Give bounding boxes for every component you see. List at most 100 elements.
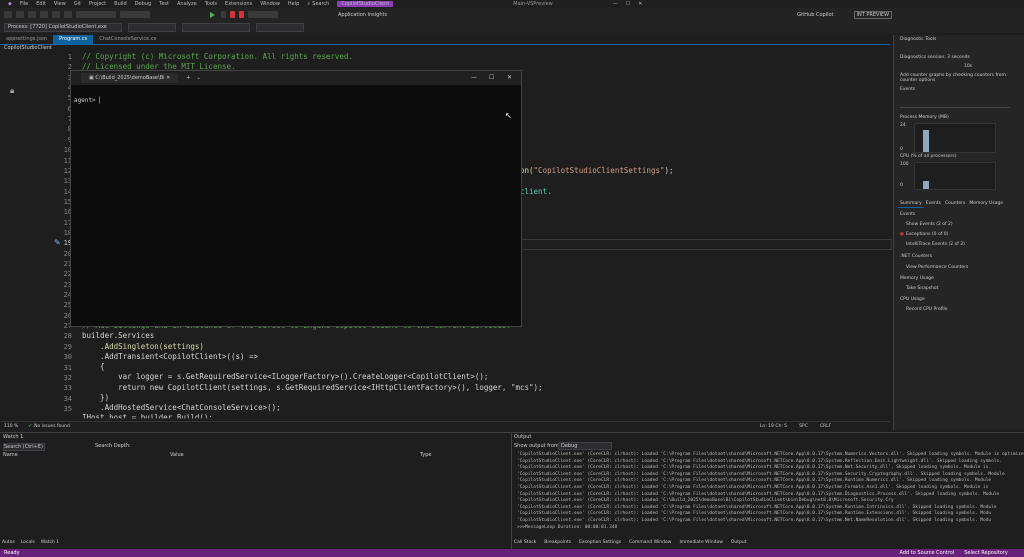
thread-dropdown[interactable]	[182, 22, 250, 32]
config-dropdown[interactable]	[76, 11, 116, 18]
output-text[interactable]: 'CopilotStudioClient.exe' (CoreCLR: clrh…	[517, 452, 1024, 531]
stack-frame-dropdown[interactable]	[256, 22, 304, 32]
indent-mode[interactable]: SPC	[799, 424, 808, 429]
events-track	[900, 103, 1010, 108]
maximize-window-icon[interactable]: ☐	[626, 1, 630, 7]
menu-build[interactable]: Build	[114, 1, 127, 7]
process-dropdown[interactable]: Process: [7720] CopilotStudioClient.exe	[4, 22, 122, 32]
tab-locals[interactable]: Locals	[21, 540, 35, 545]
code-line-17-tail[interactable]: client.	[520, 187, 552, 196]
code-line-1[interactable]: // Copyright (c) Microsoft Corporation. …	[82, 52, 353, 61]
code-line-35[interactable]: .AddHostedService<ChatConsoleService>();	[82, 403, 281, 412]
record-cpu-profile-button[interactable]: Record CPU Profile	[906, 307, 948, 312]
take-snapshot-button[interactable]: Take Snapshot	[906, 286, 938, 291]
memory-usage-header: Memory Usage	[900, 276, 934, 281]
tab-immediate-window[interactable]: Immediate Window	[679, 540, 722, 545]
diag-session: Diagnostics session: 3 seconds	[900, 55, 970, 60]
platform-dropdown[interactable]	[120, 11, 150, 18]
cpu-usage-header: CPU Usage	[900, 297, 925, 302]
save-icon[interactable]	[28, 11, 36, 18]
stop-icon[interactable]	[230, 11, 235, 18]
search-label[interactable]: Search	[312, 1, 329, 7]
code-line-34[interactable]: })	[82, 393, 109, 402]
tab-program-cs[interactable]: Program.cs	[53, 35, 94, 44]
menu-help[interactable]: Help	[288, 1, 299, 7]
copilot-button[interactable]: GitHub Copilot	[797, 12, 833, 18]
menu-file[interactable]: File	[20, 1, 28, 7]
terminal-window[interactable]: ▣ C:\Build_2025\demoBase\Bi ✕ + ⌄ — ☐ ✕ …	[70, 70, 522, 327]
code-line-33[interactable]: return new CopilotClient(settings, s.Get…	[82, 383, 542, 392]
line-number: 12	[63, 166, 72, 175]
view-perf-counters-link[interactable]: View Performance Counters	[906, 265, 968, 270]
menu-git[interactable]: Git	[74, 1, 81, 7]
step-over-icon[interactable]	[248, 11, 278, 18]
menu-window[interactable]: Window	[260, 1, 280, 7]
terminal-maximize-icon[interactable]: ☐	[489, 74, 494, 81]
source-control-button[interactable]: Add to Source Control	[900, 550, 955, 556]
close-window-icon[interactable]: ✕	[638, 1, 642, 7]
code-line-15-tail[interactable]: on("CopilotStudioClientSettings");	[520, 166, 674, 175]
tab-call-stack[interactable]: Call Stack	[514, 540, 536, 545]
tab-events[interactable]: Events	[924, 200, 943, 208]
menu-view[interactable]: View	[54, 1, 66, 7]
tab-breakpoints[interactable]: Breakpoints	[544, 540, 571, 545]
search-icon[interactable]: ⌕	[307, 1, 310, 7]
new-tab-icon[interactable]: +	[186, 75, 190, 81]
tab-chat-console-service[interactable]: ChatConsoleService.cs	[93, 35, 162, 44]
code-line-28[interactable]: builder.Services	[82, 331, 154, 340]
vs-logo-icon[interactable]: ◆	[8, 1, 12, 7]
tab-autos[interactable]: Autos	[2, 540, 15, 545]
mouse-cursor-icon: ↖	[505, 111, 512, 120]
tab-memory-usage[interactable]: Memory Usage	[967, 200, 1005, 208]
line-number: 13	[63, 177, 72, 186]
tab-command-window[interactable]: Command Window	[629, 540, 671, 545]
cursor-position[interactable]: Ln: 19 Ch: 5	[760, 424, 787, 429]
line-number: 3	[30, 74, 72, 82]
lifecycle-dropdown[interactable]	[128, 22, 176, 32]
line-number: 5	[30, 94, 72, 102]
line-ending[interactable]: CRLF	[820, 424, 831, 429]
tab-counters[interactable]: Counters	[943, 200, 967, 208]
code-line-30[interactable]: .AddTransient<CopilotClient>((s) =>	[82, 352, 258, 361]
menu-project[interactable]: Project	[89, 1, 106, 7]
pause-icon[interactable]	[221, 11, 226, 18]
menu-extensions[interactable]: Extensions	[225, 1, 252, 7]
restart-icon[interactable]	[239, 11, 244, 18]
back-icon[interactable]	[4, 11, 12, 18]
save-all-icon[interactable]	[40, 11, 48, 18]
tab-appsettings[interactable]: appsettings.json	[0, 35, 53, 44]
menu-edit[interactable]: Edit	[36, 1, 46, 7]
tab-output[interactable]: Output	[731, 540, 747, 545]
code-line-32[interactable]: var logger = s.GetRequiredService<ILogge…	[82, 372, 488, 381]
exceptions-link[interactable]: Exceptions (0 of 0)	[906, 232, 948, 237]
select-repository-button[interactable]: Select Repository	[964, 550, 1008, 556]
terminal-tab[interactable]: ▣ C:\Build_2025\demoBase\Bi ✕	[81, 73, 179, 83]
minimize-window-icon[interactable]: —	[613, 1, 618, 7]
code-line-31[interactable]: {	[82, 362, 105, 371]
intellitrace-link[interactable]: IntelliTrace Events (2 of 2)	[906, 242, 965, 247]
tab-dropdown-icon[interactable]: ⌄	[197, 75, 201, 81]
terminal-close-icon[interactable]: ✕	[507, 74, 512, 81]
menu-analyze[interactable]: Analyze	[177, 1, 197, 7]
issues-status[interactable]: No issues found	[34, 424, 70, 429]
menu-test[interactable]: Test	[159, 1, 169, 7]
tab-summary[interactable]: Summary	[898, 200, 924, 208]
tab-watch-1[interactable]: Watch 1	[41, 540, 59, 545]
zoom-level[interactable]: 110 %	[4, 424, 18, 429]
app-insights-button[interactable]: Application Insights	[338, 12, 387, 18]
show-events-link[interactable]: Show Events (2 of 2)	[906, 222, 953, 227]
code-line-29[interactable]: .AddSingleton(settings)	[82, 342, 204, 351]
line-number: 31	[63, 363, 72, 372]
watch-search[interactable]: Search (Ctrl+E)	[3, 443, 45, 451]
tab-exception-settings[interactable]: Exception Settings	[579, 540, 621, 545]
lock-icon: 🔒︎	[10, 86, 15, 95]
continue-icon[interactable]	[210, 11, 215, 18]
undo-icon[interactable]	[52, 11, 60, 18]
terminal-minimize-icon[interactable]: —	[471, 74, 477, 81]
forward-icon[interactable]	[16, 11, 24, 18]
menu-debug[interactable]: Debug	[135, 1, 151, 7]
output-source-dropdown[interactable]: Debug	[558, 442, 612, 450]
redo-icon[interactable]	[64, 11, 72, 18]
menu-tools[interactable]: Tools	[205, 1, 217, 7]
terminal-output[interactable]: agent> ▏	[71, 85, 521, 116]
